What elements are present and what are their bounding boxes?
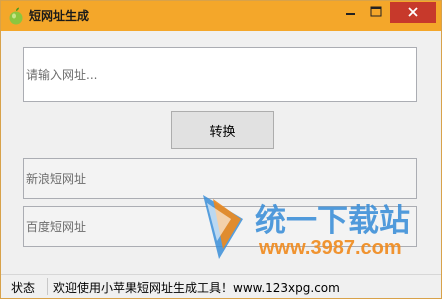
sina-short-url-placeholder: 新浪短网址	[26, 172, 87, 186]
url-input[interactable]: 请输入网址...	[23, 47, 417, 102]
close-icon	[408, 7, 418, 17]
status-divider	[47, 278, 48, 295]
title-bar[interactable]: 短网址生成	[1, 1, 441, 31]
baidu-short-url-field[interactable]: 百度短网址	[23, 206, 417, 247]
close-button[interactable]	[390, 2, 436, 23]
status-bar: 状态 欢迎使用小苹果短网址生成工具！www.123xpg.com	[1, 274, 441, 298]
status-message: 欢迎使用小苹果短网址生成工具！www.123xpg.com	[53, 281, 340, 295]
window-title: 短网址生成	[29, 9, 90, 23]
url-input-placeholder: 请输入网址...	[26, 68, 98, 82]
sina-short-url-field[interactable]: 新浪短网址	[23, 158, 417, 199]
app-window: 短网址生成 请输入网址... 转换 新浪短网址 百度短网址 统一下载站 www.…	[0, 0, 442, 299]
apple-icon	[9, 7, 23, 25]
convert-button[interactable]: 转换	[171, 111, 274, 149]
maximize-icon	[370, 6, 382, 17]
minimize-icon	[346, 13, 355, 15]
maximize-button[interactable]	[363, 2, 389, 23]
minimize-button[interactable]	[337, 2, 363, 23]
baidu-short-url-placeholder: 百度短网址	[26, 220, 87, 234]
status-label: 状态	[11, 281, 36, 295]
